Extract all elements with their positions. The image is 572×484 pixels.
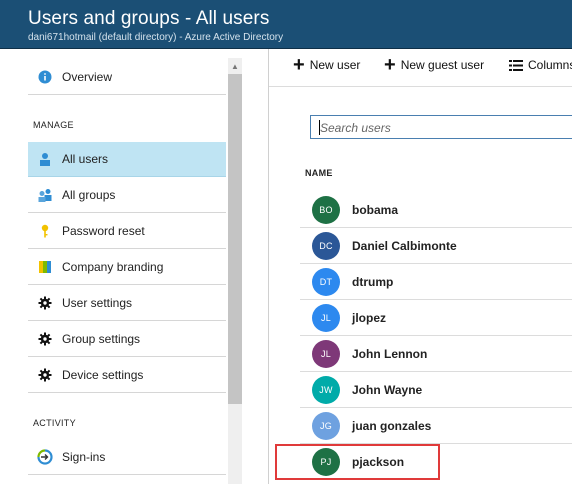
avatar: DT [312,267,340,296]
group-icon [28,188,62,202]
nav-item-all-users[interactable]: All users [28,142,226,177]
pane-divider [268,49,269,484]
highlight-box [275,444,440,480]
plus-icon: + [293,54,305,76]
gear-icon [28,368,62,382]
avatar: JL [312,339,340,368]
search-input[interactable] [320,119,560,136]
user-name[interactable]: Daniel Calbimonte [352,239,457,253]
nav-item-company-branding[interactable]: Company branding [28,250,226,285]
blade-header: Users and groups - All users dani671hotm… [0,0,572,49]
table-row[interactable]: JW John Wayne [300,372,572,408]
sign-in-icon [28,449,62,465]
gear-icon [28,296,62,310]
new-user-button[interactable]: + New user [293,54,360,76]
user-name[interactable]: jlopez [352,311,386,325]
avatar: JG [312,411,340,440]
user-name[interactable]: bobama [352,203,398,217]
nav-item-label: User settings [62,296,133,310]
avatar: JW [312,375,340,404]
nav-item-group-settings[interactable]: Group settings [28,322,226,357]
table-row[interactable]: JL jlopez [300,300,572,336]
nav-item-label: All users [62,152,109,166]
table-row[interactable]: JL John Lennon [300,336,572,372]
new-guest-user-button[interactable]: + New guest user [384,54,484,76]
table-row[interactable]: DC Daniel Calbimonte [300,228,572,264]
avatar: BO [312,195,340,224]
avatar: DC [312,231,340,260]
nav-item-sign-ins[interactable]: Sign-ins [28,440,226,475]
nav-item-password-reset[interactable]: Password reset [28,214,226,249]
section-heading-activity: ACTIVITY [33,418,76,428]
info-icon [28,70,62,84]
nav-item-label: Overview [62,70,113,84]
gear-icon [28,332,62,346]
table-row[interactable]: DT dtrump [300,264,572,300]
nav-item-all-groups[interactable]: All groups [28,178,226,213]
user-name[interactable]: juan gonzales [352,419,431,433]
command-bar: + New user + New guest user Columns [269,49,572,87]
table-row[interactable]: BO bobama [300,192,572,228]
nav-item-overview[interactable]: Overview [28,60,226,95]
key-icon [28,224,62,238]
page-subtitle: dani671hotmail (default directory) - Azu… [28,32,284,43]
column-header-name[interactable]: NAME [305,168,333,178]
user-name[interactable]: John Wayne [352,383,422,397]
nav-item-label: Sign-ins [62,450,106,464]
page-title: Users and groups - All users [28,8,270,29]
user-name[interactable]: dtrump [352,275,393,289]
table-row[interactable]: JG juan gonzales [300,408,572,444]
plus-icon: + [384,54,396,76]
nav-item-label: Device settings [62,368,144,382]
nav-item-label: Company branding [62,260,164,274]
nav-scrollbar[interactable]: ▲ [228,58,242,484]
nav-item-label: Group settings [62,332,141,346]
scroll-up-icon[interactable]: ▲ [231,62,239,71]
nav-item-label: Password reset [62,224,145,238]
user-icon [28,152,62,166]
columns-button[interactable]: Columns [509,58,572,72]
nav-item-user-settings[interactable]: User settings [28,286,226,321]
user-name[interactable]: John Lennon [352,347,427,361]
section-heading-manage: MANAGE [33,120,74,130]
nav-item-label: All groups [62,188,116,202]
nav-item-device-settings[interactable]: Device settings [28,358,226,393]
search-box[interactable] [310,115,572,139]
branding-icon [28,260,62,274]
scrollbar-thumb[interactable] [228,74,242,404]
avatar: JL [312,303,340,332]
columns-icon [509,59,523,71]
